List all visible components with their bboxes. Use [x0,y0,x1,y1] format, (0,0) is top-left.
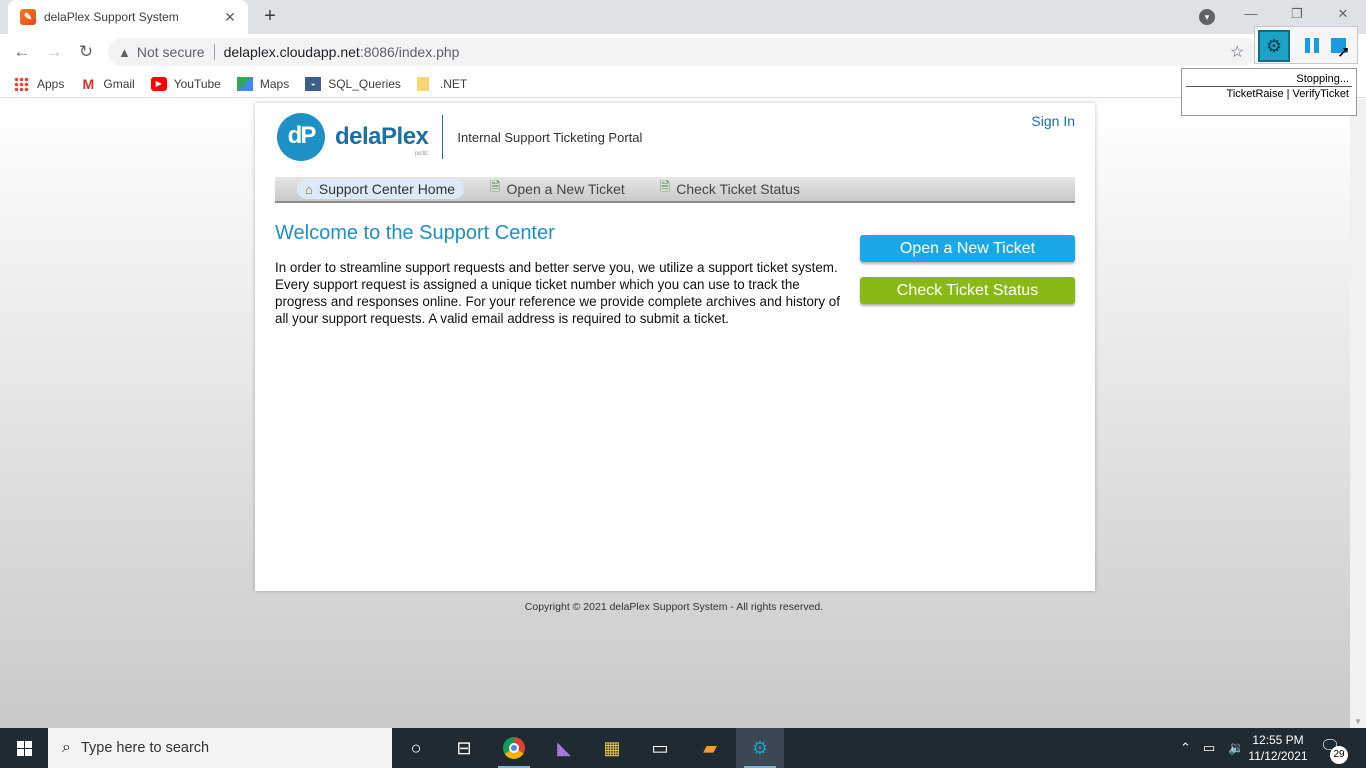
bookmark-dotnet-folder[interactable]: .NET [416,76,468,91]
bookmark-sql-queries[interactable]: ◒ SQL_Queries [305,76,401,91]
gmail-icon: M [82,75,95,92]
scroll-down-arrow-icon[interactable]: ▼ [1354,717,1362,726]
nav-check-ticket-status[interactable]: 🗎 Check Ticket Status [652,179,809,199]
url-path: :8086/index.php [359,44,460,60]
tray-chevron-icon[interactable]: ⌃ [1180,728,1191,768]
open-new-ticket-button[interactable]: Open a New Ticket [860,235,1075,262]
portal-tagline: Internal Support Ticketing Portal [457,129,643,145]
clock-time: 12:55 PM [1252,733,1304,747]
brand-sub: pvt.ltd. [414,151,429,157]
logo-wordmark: delaPlex pvt.ltd. [335,123,429,157]
home-icon: ⌂ [305,181,313,197]
forward-arrow-icon[interactable]: → [42,40,66,64]
bookmark-youtube[interactable]: ▶ YouTube [150,76,221,91]
automation-status-tooltip: Stopping... TicketRaise | VerifyTicket [1181,68,1357,116]
reload-icon[interactable]: ↻ [74,40,98,64]
bookmark-label: SQL_Queries [328,76,401,91]
automation-process: TicketRaise | VerifyTicket [1226,88,1349,100]
nav-support-center-home[interactable]: ⌂ Support Center Home [297,179,465,199]
site-logo[interactable]: dP delaPlex pvt.ltd. Internal Support Ti… [277,113,642,161]
task-view-icon[interactable]: ⊟ [440,728,488,768]
warning-triangle-icon[interactable]: ▲ [118,45,131,60]
page-title: Welcome to the Support Center [275,222,555,244]
automation-status: Stopping... [1296,73,1349,85]
new-tab-button[interactable]: + [258,5,282,29]
bookmark-gmail[interactable]: M Gmail [80,75,135,92]
bookmark-label: Gmail [103,76,135,91]
file-tool-icon[interactable]: ▦ [588,728,636,768]
brand-name: delaPlex [335,123,429,150]
page-scrollbar[interactable]: ▼ [1350,99,1366,728]
tab-search-dropdown-icon[interactable]: ▾ [1199,9,1215,25]
tab-title: delaPlex Support System [44,10,179,24]
tab-close-icon[interactable]: ✕ [222,9,238,26]
browser-toolbar: ← → ↻ ▲ Not secure delaplex.cloudapp.net… [0,34,1366,70]
terminal-icon[interactable]: ▭ [636,728,684,768]
bookmark-maps[interactable]: Maps [236,76,290,91]
action-center-icon[interactable]: 🗨 29 [1320,736,1350,764]
chrome-taskbar-icon[interactable] [490,728,538,768]
bookmark-label: Apps [37,76,65,91]
start-button[interactable] [0,728,48,768]
address-bar[interactable]: ▲ Not secure delaplex.cloudapp.net:8086/… [108,38,1258,66]
page-viewport: dP delaPlex pvt.ltd. Internal Support Ti… [0,99,1350,728]
back-arrow-icon[interactable]: ← [10,40,34,64]
bookmark-star-icon[interactable]: ☆ [1230,42,1244,62]
main-nav: ⌂ Support Center Home 🗎 Open a New Ticke… [275,177,1075,203]
taskbar-search-box[interactable]: ⌕ Type here to search [48,728,392,768]
bookmark-label: .NET [439,76,468,91]
nav-label: Check Ticket Status [676,181,800,197]
bookmarks-bar: Apps M Gmail ▶ YouTube Maps ◒ SQL_Querie… [0,70,1366,98]
page-container: dP delaPlex pvt.ltd. Internal Support Ti… [255,103,1095,591]
visual-studio-icon[interactable]: ◣ [540,728,588,768]
search-placeholder: Type here to search [80,740,210,756]
volume-icon[interactable]: 🔉 [1228,728,1244,768]
tooltip-divider [1186,86,1352,87]
security-label[interactable]: Not secure [137,44,205,60]
new-ticket-icon: 🗎 [490,179,501,194]
sublime-text-icon[interactable]: ▰ [686,728,734,768]
logo-divider [442,115,444,159]
logo-mark-icon: dP [277,113,325,161]
windows-logo-icon [17,741,32,756]
mouse-cursor-icon: ➚ [1337,44,1351,61]
notification-badge: 29 [1330,746,1348,764]
folder-icon [416,76,429,91]
bookmark-label: Maps [259,76,290,91]
check-ticket-status-button[interactable]: Check Ticket Status [860,277,1075,304]
tab-strip: ✎ delaPlex Support System ✕ + ▾ — ❐ ✕ [0,0,1366,34]
url-host: delaplex.cloudapp.net [223,44,360,60]
system-clock[interactable]: 12:55 PM 11/12/2021 [1248,732,1308,764]
sign-in-link[interactable]: Sign In [1031,113,1075,129]
search-icon: ⌕ [62,739,71,756]
url-text[interactable]: delaplex.cloudapp.net:8086/index.php [224,44,460,60]
intro-text: In order to streamline support requests … [275,260,840,326]
nav-label: Open a New Ticket [506,181,625,197]
nav-open-new-ticket[interactable]: 🗎 Open a New Ticket [482,179,634,199]
bookmark-apps[interactable]: Apps [14,76,65,91]
apps-grid-icon [14,76,30,91]
nav-label: Support Center Home [318,181,456,197]
browser-tab[interactable]: ✎ delaPlex Support System ✕ [8,0,248,34]
uipath-robot-taskbar-icon[interactable]: ⚙ [736,728,784,768]
copyright-text: Copyright © 2021 delaPlex Support System… [0,601,1350,613]
site-favicon-icon: ✎ [20,9,36,25]
pause-button[interactable] [1305,38,1319,53]
ticket-status-icon: 🗎 [659,179,671,194]
cortana-icon[interactable]: ○ [392,728,440,768]
clock-date: 11/12/2021 [1248,749,1308,763]
windows-taskbar: ⌕ Type here to search ○ ⊟ ◣ ▦ ▭ ▰ ⚙ ⌃ ▭ … [0,728,1366,768]
network-icon[interactable]: ▭ [1203,728,1215,768]
bookmark-label: YouTube [173,76,221,91]
maps-icon [236,76,253,91]
robot-icon: ⚙ [1258,30,1290,62]
youtube-icon: ▶ [150,76,167,91]
sql-queries-icon: ◒ [305,76,322,91]
chrome-icon [503,737,525,759]
divider [213,44,215,60]
copyright-label: Copyright © 2021 delaPlex Support System… [524,601,824,613]
